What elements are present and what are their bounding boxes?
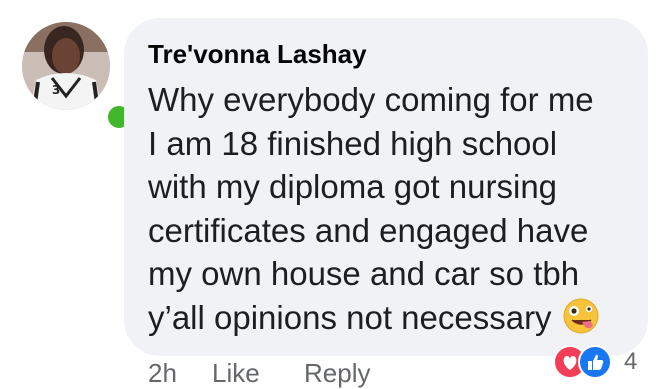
comment-line: y’all opinions not necessary <box>148 298 552 336</box>
like-button[interactable]: Like <box>212 358 260 389</box>
avatar-container[interactable]: 3 <box>22 22 134 132</box>
avatar[interactable]: 3 <box>22 22 110 110</box>
comment-line: certificates and engaged have <box>148 211 589 249</box>
comment-line: my own house and car so tbh <box>148 255 580 292</box>
reaction-count[interactable]: 4 <box>624 348 637 376</box>
svg-text:3: 3 <box>52 83 60 97</box>
comment-line: with my diploma got nursing <box>148 168 558 205</box>
reply-button[interactable]: Reply <box>304 358 370 389</box>
comment-text: Why everybody coming for me I am 18 fini… <box>148 78 638 345</box>
comment-line: I am 18 finished high school <box>148 124 558 162</box>
comment-author-name[interactable]: Tre'vonna Lashay <box>148 39 367 70</box>
comment-line: Why everybody coming for me <box>148 81 594 118</box>
zany-face-emoji-icon <box>562 297 600 346</box>
comment-timestamp[interactable]: 2h <box>148 358 177 389</box>
thumbs-up-icon <box>578 345 612 379</box>
comment-last-line: y’all opinions not necessary <box>148 296 638 346</box>
